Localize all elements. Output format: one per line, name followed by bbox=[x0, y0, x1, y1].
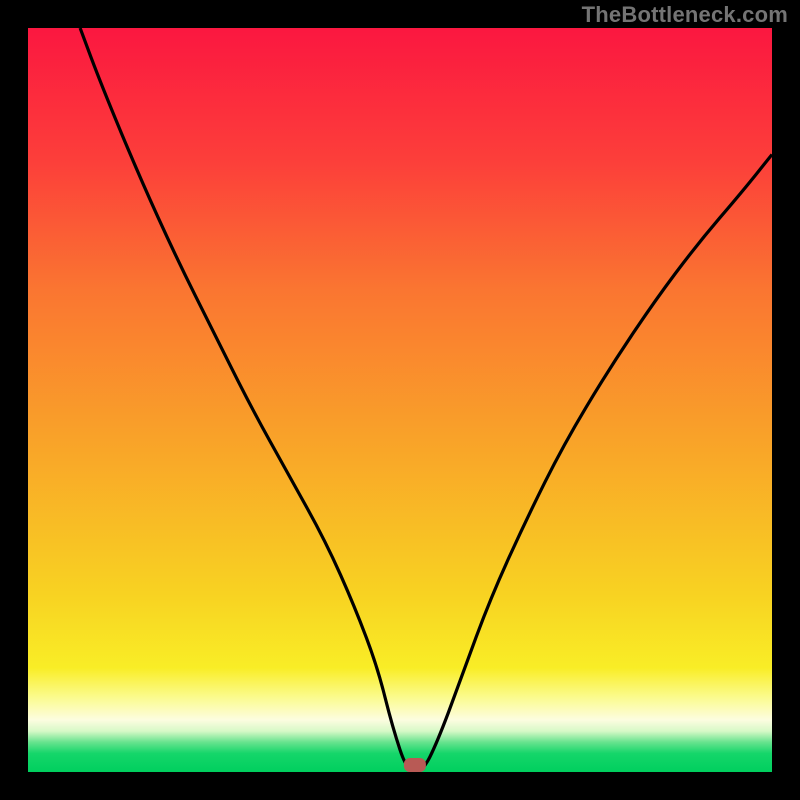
bottleneck-curve bbox=[28, 28, 772, 772]
chart-frame: TheBottleneck.com bbox=[0, 0, 800, 800]
curve-path bbox=[80, 28, 772, 772]
minimum-marker bbox=[404, 758, 426, 772]
plot-area bbox=[28, 28, 772, 772]
watermark-text: TheBottleneck.com bbox=[582, 2, 788, 28]
